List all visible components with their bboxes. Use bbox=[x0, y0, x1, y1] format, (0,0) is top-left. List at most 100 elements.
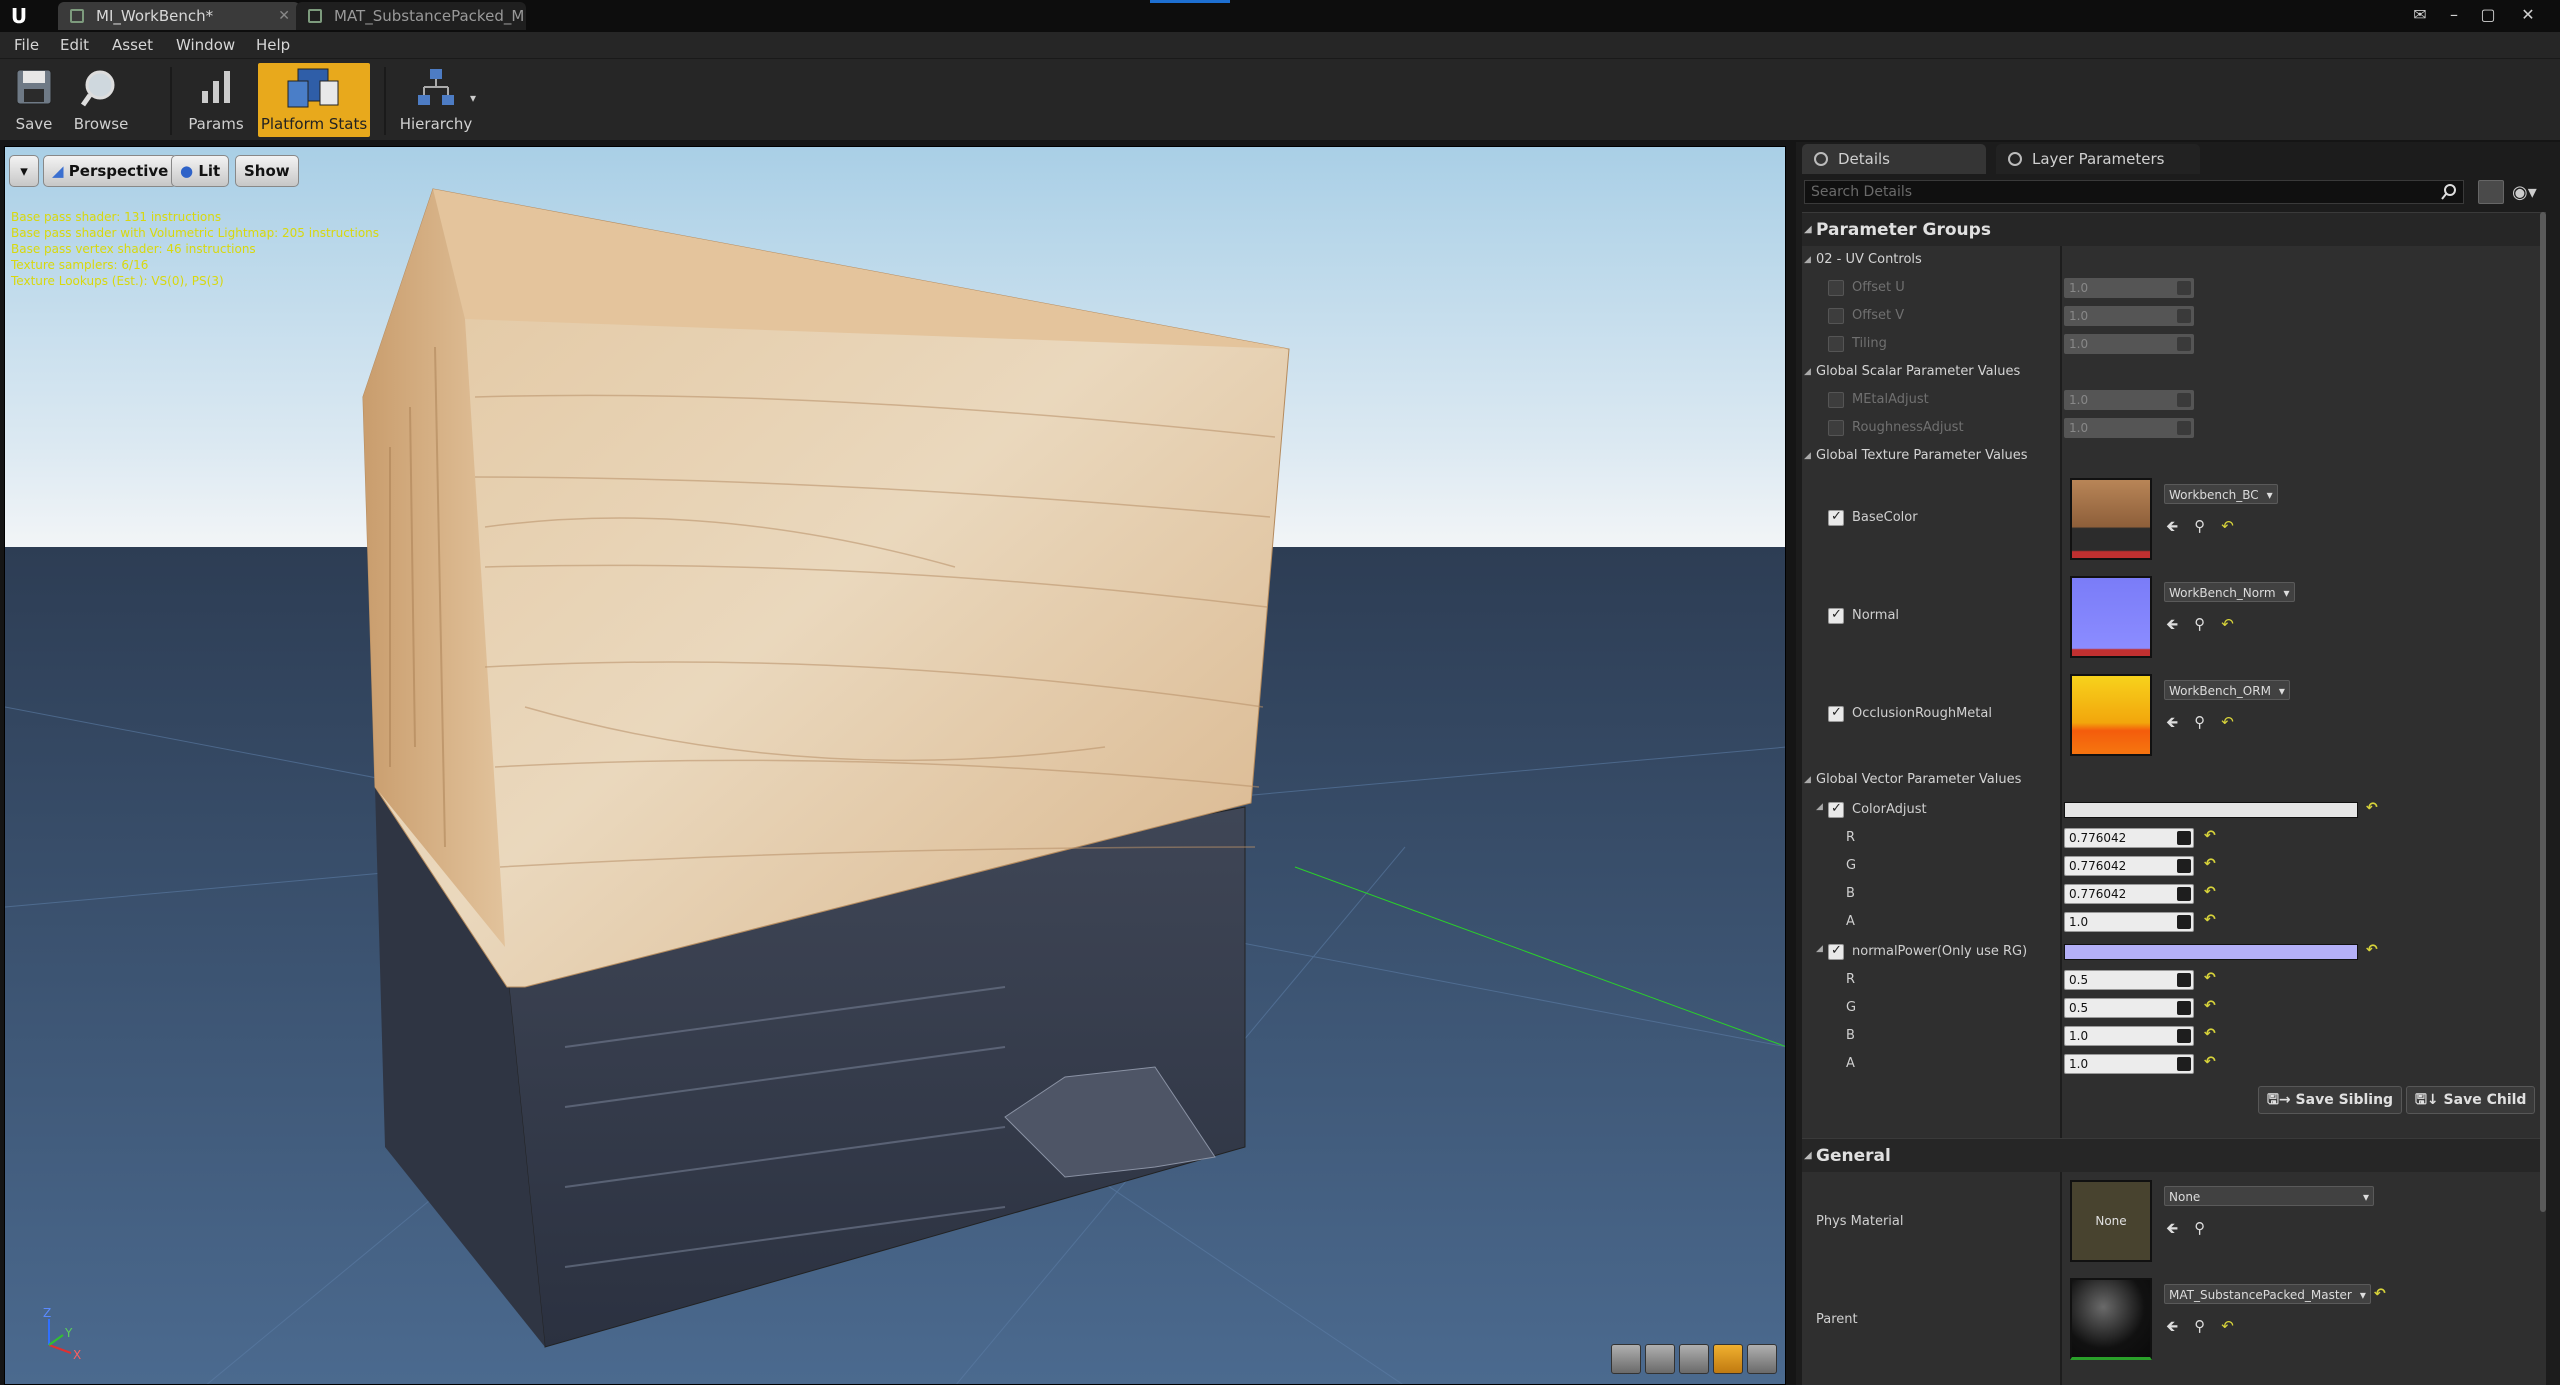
viewport-options-dropdown[interactable]: ▾ bbox=[9, 155, 39, 187]
preview-sphere-icon[interactable] bbox=[1645, 1344, 1675, 1374]
value-field[interactable]: 0.776042 bbox=[2064, 856, 2194, 876]
close-window-icon[interactable]: ✕ bbox=[2514, 2, 2542, 28]
reset-to-default-icon[interactable]: ↶ bbox=[2204, 1054, 2218, 1070]
value-field[interactable]: 0.776042 bbox=[2064, 884, 2194, 904]
browse-asset-icon[interactable]: ⚲ bbox=[2194, 517, 2205, 535]
reset-to-default-icon[interactable]: ↶ bbox=[2204, 884, 2218, 900]
override-checkbox[interactable] bbox=[1828, 801, 1844, 818]
expand-arrow-icon[interactable]: ◢ bbox=[1816, 802, 1823, 812]
menu-window[interactable]: Window bbox=[176, 36, 235, 54]
drag-spin-icon[interactable] bbox=[2177, 915, 2191, 929]
drag-spin-icon[interactable] bbox=[2177, 281, 2191, 295]
phys-material-picker[interactable]: None bbox=[2164, 1186, 2374, 1207]
value-field[interactable]: 0.5 bbox=[2064, 970, 2194, 990]
group-scalar-params[interactable]: Global Scalar Parameter Values bbox=[1802, 360, 2546, 384]
value-field[interactable]: 1.0 bbox=[2064, 390, 2194, 410]
reset-to-default-icon[interactable]: ↶ bbox=[2221, 713, 2234, 731]
menu-help[interactable]: Help bbox=[256, 36, 290, 54]
general-header[interactable]: General bbox=[1802, 1138, 2546, 1173]
color-swatch[interactable] bbox=[2064, 944, 2358, 960]
reset-to-default-icon[interactable]: ↶ bbox=[2366, 942, 2380, 958]
reset-to-default-icon[interactable]: ↶ bbox=[2204, 856, 2218, 872]
value-field[interactable]: 1.0 bbox=[2064, 1026, 2194, 1046]
value-field[interactable]: 1.0 bbox=[2064, 1054, 2194, 1074]
drag-spin-icon[interactable] bbox=[2177, 831, 2191, 845]
phys-material-thumbnail[interactable]: None bbox=[2070, 1180, 2152, 1262]
reset-to-default-icon[interactable]: ↶ bbox=[2221, 615, 2234, 633]
use-selected-icon[interactable]: 🡸 bbox=[2166, 1219, 2178, 1237]
menu-file[interactable]: File bbox=[14, 36, 39, 54]
expand-arrow-icon[interactable]: ◢ bbox=[1816, 944, 1823, 954]
save-sibling-button[interactable]: 🖫→ Save Sibling bbox=[2258, 1086, 2403, 1114]
show-button[interactable]: Show bbox=[235, 155, 299, 187]
override-checkbox[interactable] bbox=[1828, 509, 1844, 526]
params-button[interactable]: Params bbox=[186, 63, 246, 137]
tab-details[interactable]: Details bbox=[1802, 144, 1986, 174]
group-texture-params[interactable]: Global Texture Parameter Values bbox=[1802, 444, 2546, 468]
group-vector-params[interactable]: Global Vector Parameter Values bbox=[1802, 768, 2546, 792]
preview-plane-icon[interactable] bbox=[1679, 1344, 1709, 1374]
reset-to-default-icon[interactable]: ↶ bbox=[2204, 912, 2218, 928]
browse-asset-icon[interactable]: ⚲ bbox=[2194, 1317, 2205, 1335]
hierarchy-button[interactable]: Hierarchy bbox=[396, 63, 476, 137]
override-checkbox[interactable] bbox=[1828, 308, 1844, 324]
group-uv-controls[interactable]: 02 - UV Controls bbox=[1802, 248, 2546, 272]
reset-to-default-icon[interactable]: ↶ bbox=[2366, 800, 2380, 816]
drag-spin-icon[interactable] bbox=[2177, 1029, 2191, 1043]
asset-picker[interactable]: Workbench_BC bbox=[2164, 484, 2278, 505]
details-scrollbar[interactable] bbox=[2540, 212, 2546, 1212]
platform-stats-button[interactable]: Platform Stats bbox=[258, 63, 370, 137]
texture-thumbnail[interactable] bbox=[2070, 674, 2152, 756]
reset-to-default-icon[interactable]: ↶ bbox=[2204, 828, 2218, 844]
drag-spin-icon[interactable] bbox=[2177, 887, 2191, 901]
lit-button[interactable]: ● Lit bbox=[171, 155, 230, 187]
use-selected-icon[interactable]: 🡸 bbox=[2166, 615, 2178, 633]
maximize-icon[interactable]: ▢ bbox=[2474, 2, 2502, 28]
drag-spin-icon[interactable] bbox=[2177, 973, 2191, 987]
use-selected-icon[interactable]: 🡸 bbox=[2166, 713, 2178, 731]
override-checkbox[interactable] bbox=[1828, 336, 1844, 352]
browse-asset-icon[interactable]: ⚲ bbox=[2194, 713, 2205, 731]
use-selected-icon[interactable]: 🡸 bbox=[2166, 517, 2178, 535]
color-swatch[interactable] bbox=[2064, 802, 2358, 818]
asset-picker[interactable]: WorkBench_Norm bbox=[2164, 582, 2295, 603]
drag-spin-icon[interactable] bbox=[2177, 1057, 2191, 1071]
preview-viewport[interactable]: Z X Y ▾ ◢ Perspective ● Lit Show Base pa… bbox=[4, 146, 1786, 1385]
reset-to-default-icon[interactable]: ↶ bbox=[2221, 517, 2234, 535]
tab-mat-substancepacked[interactable]: MAT_SubstancePacked_M bbox=[296, 2, 526, 30]
reset-to-default-icon[interactable]: ↶ bbox=[2221, 1317, 2234, 1335]
drag-spin-icon[interactable] bbox=[2177, 859, 2191, 873]
close-tab-icon[interactable]: ✕ bbox=[278, 2, 290, 30]
feedback-icon[interactable]: ✉ bbox=[2406, 2, 2434, 28]
perspective-button[interactable]: ◢ Perspective bbox=[43, 155, 178, 187]
override-checkbox[interactable] bbox=[1828, 280, 1844, 296]
value-field[interactable]: 0.5 bbox=[2064, 998, 2194, 1018]
override-checkbox[interactable] bbox=[1828, 392, 1844, 408]
menu-edit[interactable]: Edit bbox=[60, 36, 89, 54]
tab-mi-workbench[interactable]: MI_WorkBench* ✕ bbox=[58, 2, 300, 30]
browse-button[interactable]: Browse bbox=[68, 63, 134, 137]
drag-spin-icon[interactable] bbox=[2177, 393, 2191, 407]
drag-spin-icon[interactable] bbox=[2177, 421, 2191, 435]
texture-thumbnail[interactable] bbox=[2070, 478, 2152, 560]
override-checkbox[interactable] bbox=[1828, 943, 1844, 960]
reset-to-default-icon[interactable]: ↶ bbox=[2204, 1026, 2218, 1042]
value-field[interactable]: 1.0 bbox=[2064, 334, 2194, 354]
preview-mesh-icon[interactable] bbox=[1747, 1344, 1777, 1374]
parameter-groups-header[interactable]: Parameter Groups bbox=[1802, 212, 2546, 247]
asset-picker[interactable]: WorkBench_ORM bbox=[2164, 680, 2290, 701]
value-field[interactable]: 0.776042 bbox=[2064, 828, 2194, 848]
use-selected-icon[interactable]: 🡸 bbox=[2166, 1317, 2178, 1335]
browse-asset-icon[interactable]: ⚲ bbox=[2194, 1219, 2205, 1237]
preview-cylinder-icon[interactable] bbox=[1611, 1344, 1641, 1374]
reset-to-default-icon[interactable]: ↶ bbox=[2204, 970, 2218, 986]
parent-material-picker[interactable]: MAT_SubstancePacked_Master bbox=[2164, 1284, 2371, 1305]
drag-spin-icon[interactable] bbox=[2177, 309, 2191, 323]
tab-layer-parameters[interactable]: Layer Parameters bbox=[1996, 144, 2200, 174]
preview-cube-icon[interactable] bbox=[1713, 1344, 1743, 1374]
value-field[interactable]: 1.0 bbox=[2064, 418, 2194, 438]
reset-to-default-icon[interactable]: ↶ bbox=[2204, 998, 2218, 1014]
save-button[interactable]: Save bbox=[8, 63, 60, 137]
property-matrix-icon[interactable] bbox=[2478, 180, 2504, 204]
value-field[interactable]: 1.0 bbox=[2064, 306, 2194, 326]
